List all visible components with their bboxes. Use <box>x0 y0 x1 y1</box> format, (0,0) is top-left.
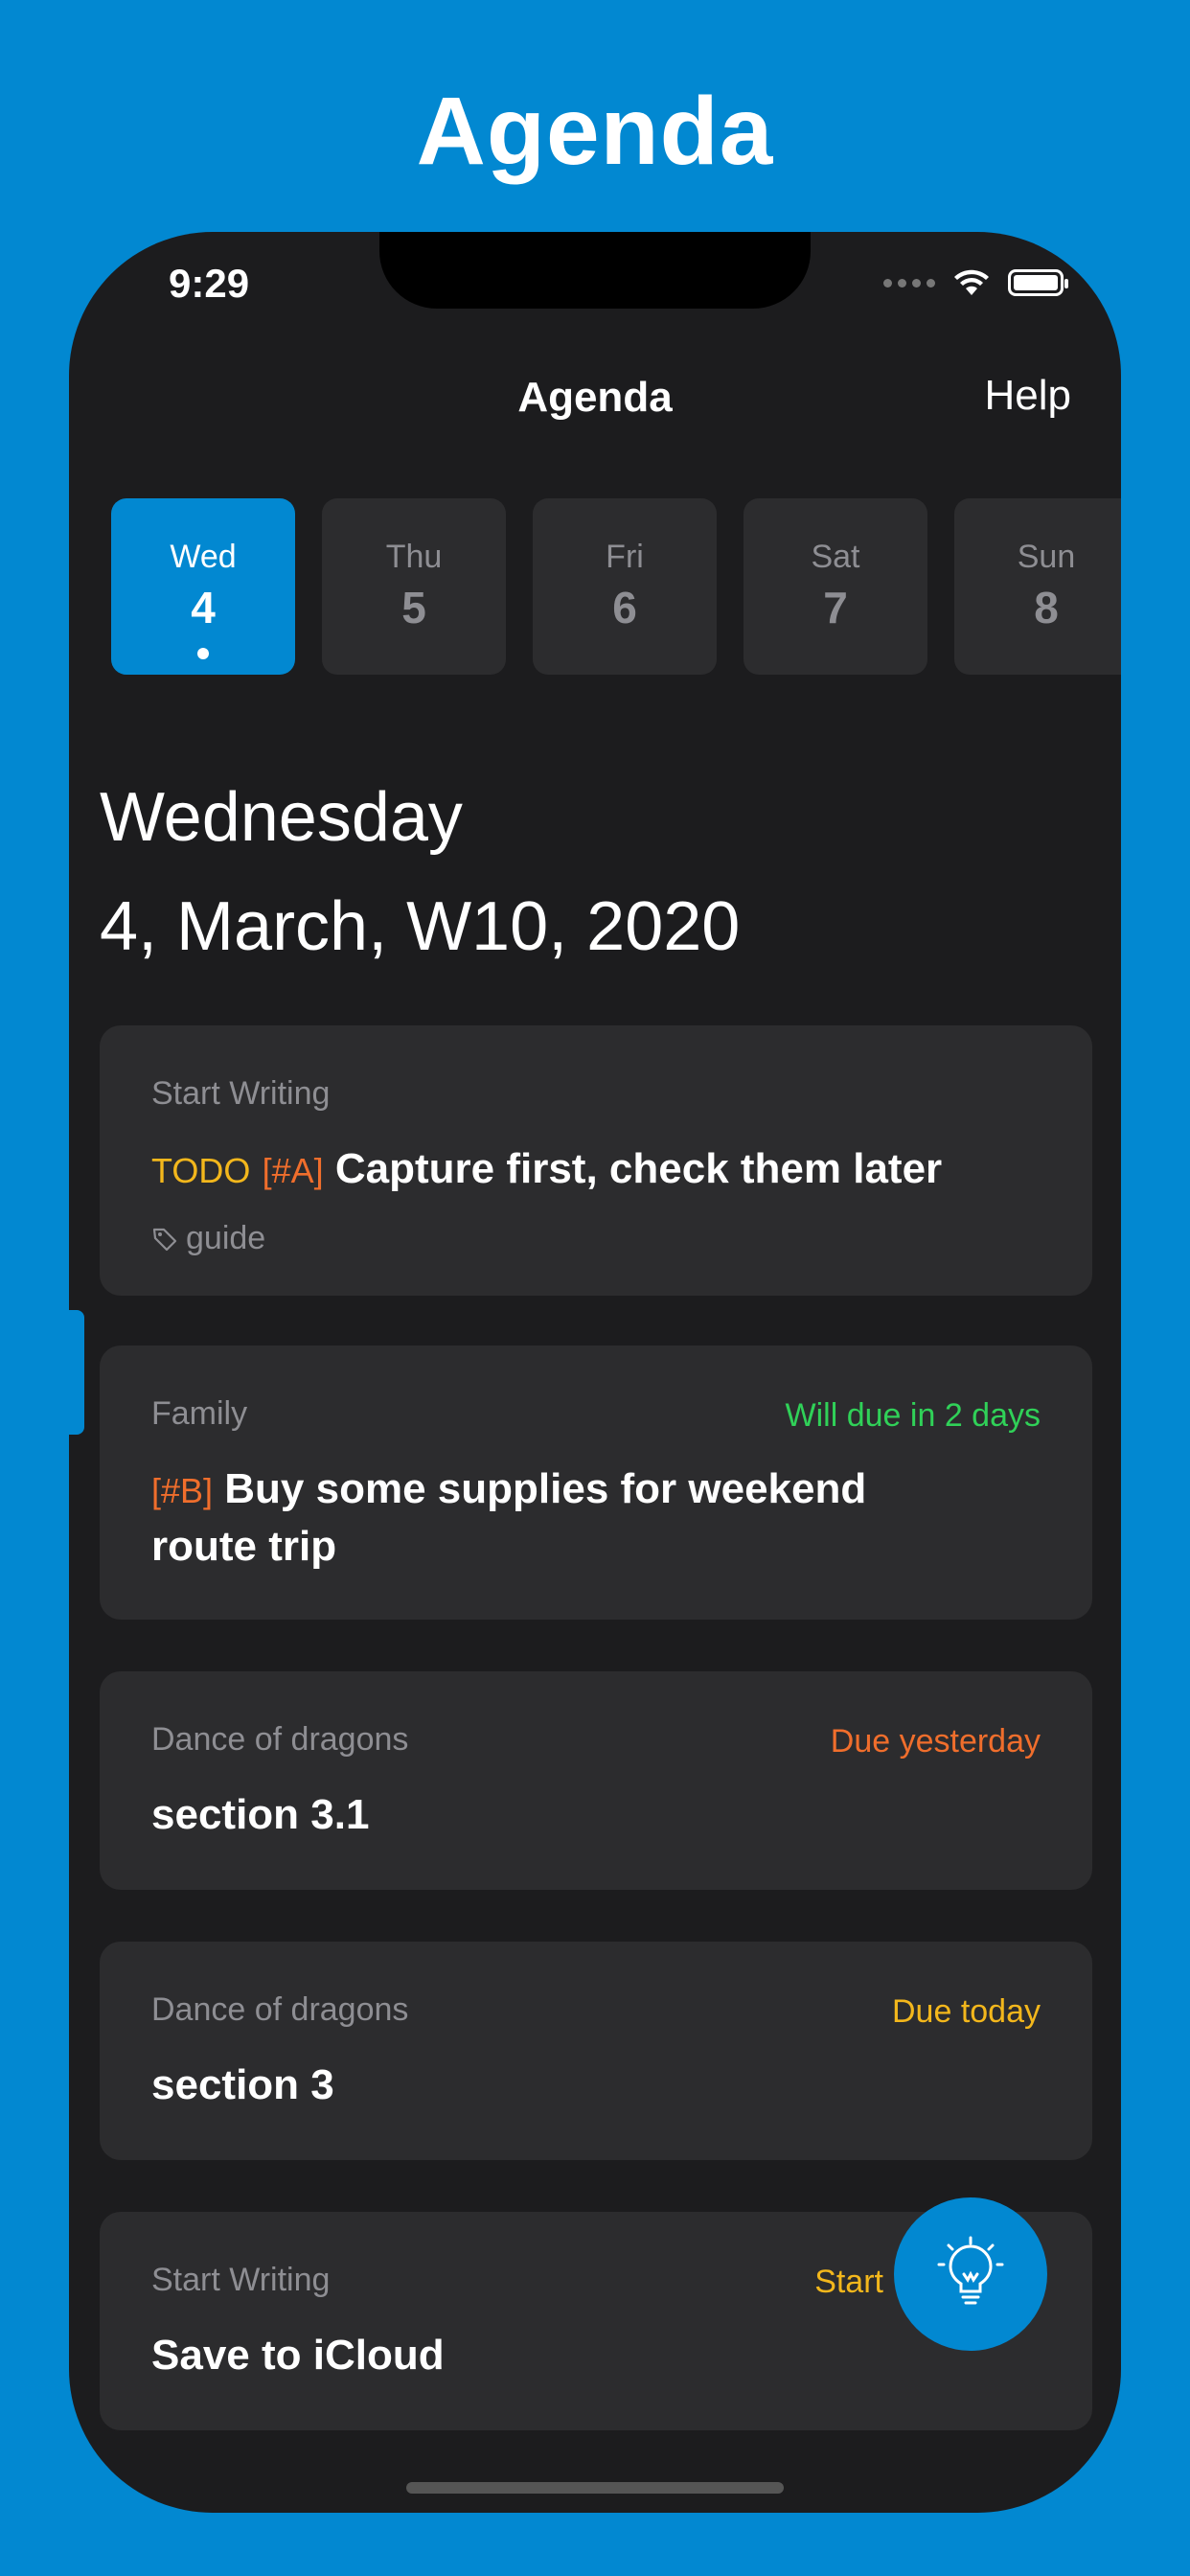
item-title-text: Buy some supplies for weekend route trip <box>151 1465 867 1570</box>
wifi-icon <box>954 269 989 295</box>
day-name: Thu <box>385 539 443 575</box>
day-number: 4 <box>191 583 216 632</box>
tag-icon <box>152 1228 177 1251</box>
todo-keyword: TODO <box>151 1151 251 1190</box>
agenda-item[interactable]: Start Writing TODO [#A] Capture first, c… <box>100 1025 1092 1296</box>
phone-screen: 9:29 Agenda Help Wed 4 Thu 5 Fri 6 Sat 7 <box>69 232 1121 2513</box>
capture-idea-button[interactable] <box>894 2197 1047 2351</box>
date-weekday: Wednesday <box>100 779 463 856</box>
side-drawer-handle[interactable] <box>69 1310 84 1435</box>
day-name: Sun <box>1017 539 1076 575</box>
item-title: TODO [#A] Capture first, check them late… <box>151 1141 1041 1199</box>
help-button[interactable]: Help <box>985 372 1072 420</box>
day-number: 8 <box>1034 583 1059 632</box>
status-time: 9:29 <box>169 261 250 306</box>
promo-title: Agenda <box>416 78 774 185</box>
item-list-name: Start Writing <box>151 1075 331 1112</box>
nav-title: Agenda <box>517 374 673 421</box>
agenda-item[interactable]: Dance of dragons Due today section 3 <box>100 1942 1092 2160</box>
lightbulb-icon <box>937 2236 1004 2305</box>
home-indicator[interactable] <box>406 2482 784 2494</box>
notch <box>379 232 811 309</box>
item-title-text: Capture first, check them later <box>334 1145 943 1192</box>
day-fri[interactable]: Fri 6 <box>533 498 717 675</box>
has-items-dot <box>197 648 209 659</box>
status-icons <box>883 268 1068 297</box>
date-full: 4, March, W10, 2020 <box>100 888 741 965</box>
item-title: section 3.1 <box>151 1791 370 1838</box>
signal-icon <box>883 278 935 288</box>
day-number: 7 <box>823 583 848 632</box>
day-wed[interactable]: Wed 4 <box>111 498 295 675</box>
day-number: 5 <box>401 583 426 632</box>
due-label: Will due in 2 days <box>785 1397 1041 1434</box>
due-label: Start <box>814 2264 883 2300</box>
day-name: Wed <box>170 539 237 575</box>
day-strip: Wed 4 Thu 5 Fri 6 Sat 7 Sun 8 <box>111 498 1121 675</box>
agenda-item[interactable]: Family Will due in 2 days [#B] Buy some … <box>100 1346 1092 1620</box>
item-title: section 3 <box>151 2061 334 2108</box>
item-title: [#B] Buy some supplies for weekend route… <box>151 1461 918 1575</box>
day-name: Sat <box>811 539 860 575</box>
battery-icon <box>1008 269 1068 296</box>
due-label: Due yesterday <box>830 1723 1041 1760</box>
day-name: Fri <box>606 539 644 575</box>
item-title: Save to iCloud <box>151 2332 445 2379</box>
priority-label: [#A] <box>262 1151 324 1190</box>
agenda-item[interactable]: Dance of dragons Due yesterday section 3… <box>100 1671 1092 1890</box>
item-tags: guide <box>151 1220 1041 1257</box>
day-thu[interactable]: Thu 5 <box>322 498 506 675</box>
day-sun[interactable]: Sun 8 <box>954 498 1121 675</box>
day-number: 6 <box>612 583 637 632</box>
due-label: Due today <box>892 1993 1041 2030</box>
day-sat[interactable]: Sat 7 <box>744 498 927 675</box>
priority-label: [#B] <box>151 1471 214 1510</box>
tag-label: guide <box>186 1220 266 1256</box>
